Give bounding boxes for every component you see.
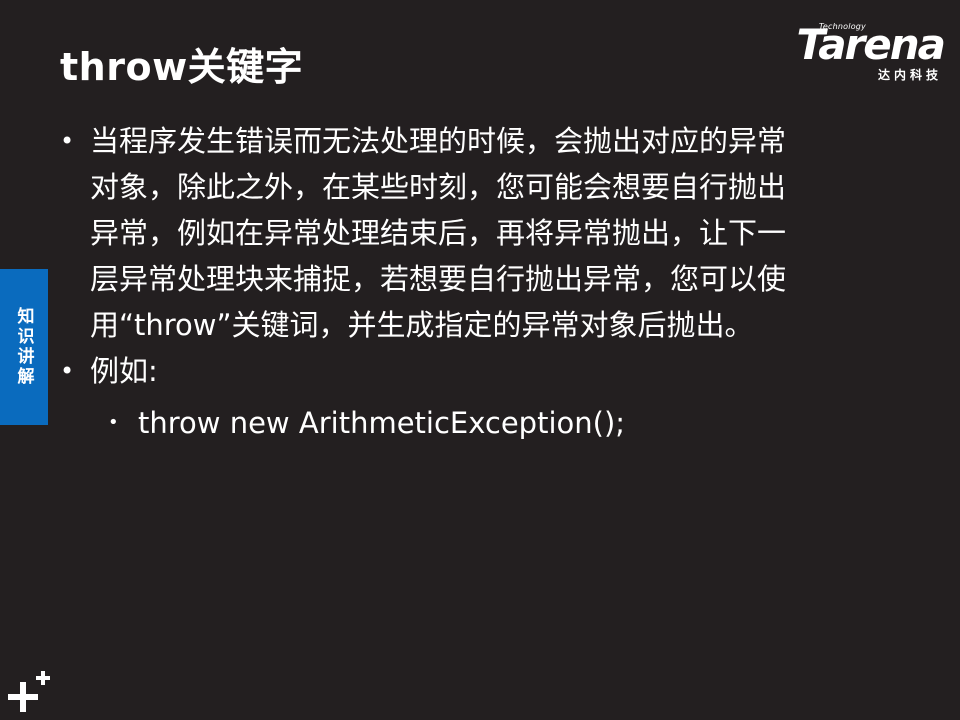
sub-bullet-code: throw new ArithmeticException();	[138, 406, 626, 440]
logo-chinese-name: 达内科技	[877, 68, 942, 82]
bullet-dot-icon: •	[60, 127, 75, 155]
slide: throw关键字 Technology Tarena 达内科技 知识讲解 • 当…	[0, 0, 960, 720]
bullet-line: 层异常处理块来捕捉，若想要自行抛出异常，您可以使	[90, 262, 787, 296]
sub-bullet-item: • throw new ArithmeticException();	[108, 400, 870, 446]
bullet-item: • 当程序发生错误而无法处理的时候，会抛出对应的异常 对象，除此之外，在某些时刻…	[60, 118, 870, 348]
sub-bullet-dot-icon: •	[108, 412, 119, 433]
bullet-line: 对象，除此之外，在某些时刻，您可能会想要自行抛出	[90, 170, 787, 204]
plus-decoration-icon	[8, 671, 50, 712]
bullet-line: 用“throw”关键词，并生成指定的异常对象后抛出。	[90, 308, 754, 342]
slide-content: • 当程序发生错误而无法处理的时候，会抛出对应的异常 对象，除此之外，在某些时刻…	[60, 118, 870, 446]
side-tab-knowledge: 知识讲解	[0, 269, 48, 425]
bullet-dot-icon: •	[60, 357, 75, 385]
bullet-line: 异常，例如在异常处理结束后，再将异常抛出，让下一	[90, 216, 787, 250]
bullet-item: • 例如:	[60, 348, 870, 394]
bullet-line: 例如:	[90, 354, 158, 388]
logo-wordmark: Tarena	[796, 20, 946, 69]
slide-title: throw关键字	[60, 45, 304, 89]
tarena-logo: Technology Tarena 达内科技	[779, 20, 946, 84]
side-tab-label: 知识讲解	[13, 307, 34, 387]
bullet-line: 当程序发生错误而无法处理的时候，会抛出对应的异常	[90, 124, 787, 158]
